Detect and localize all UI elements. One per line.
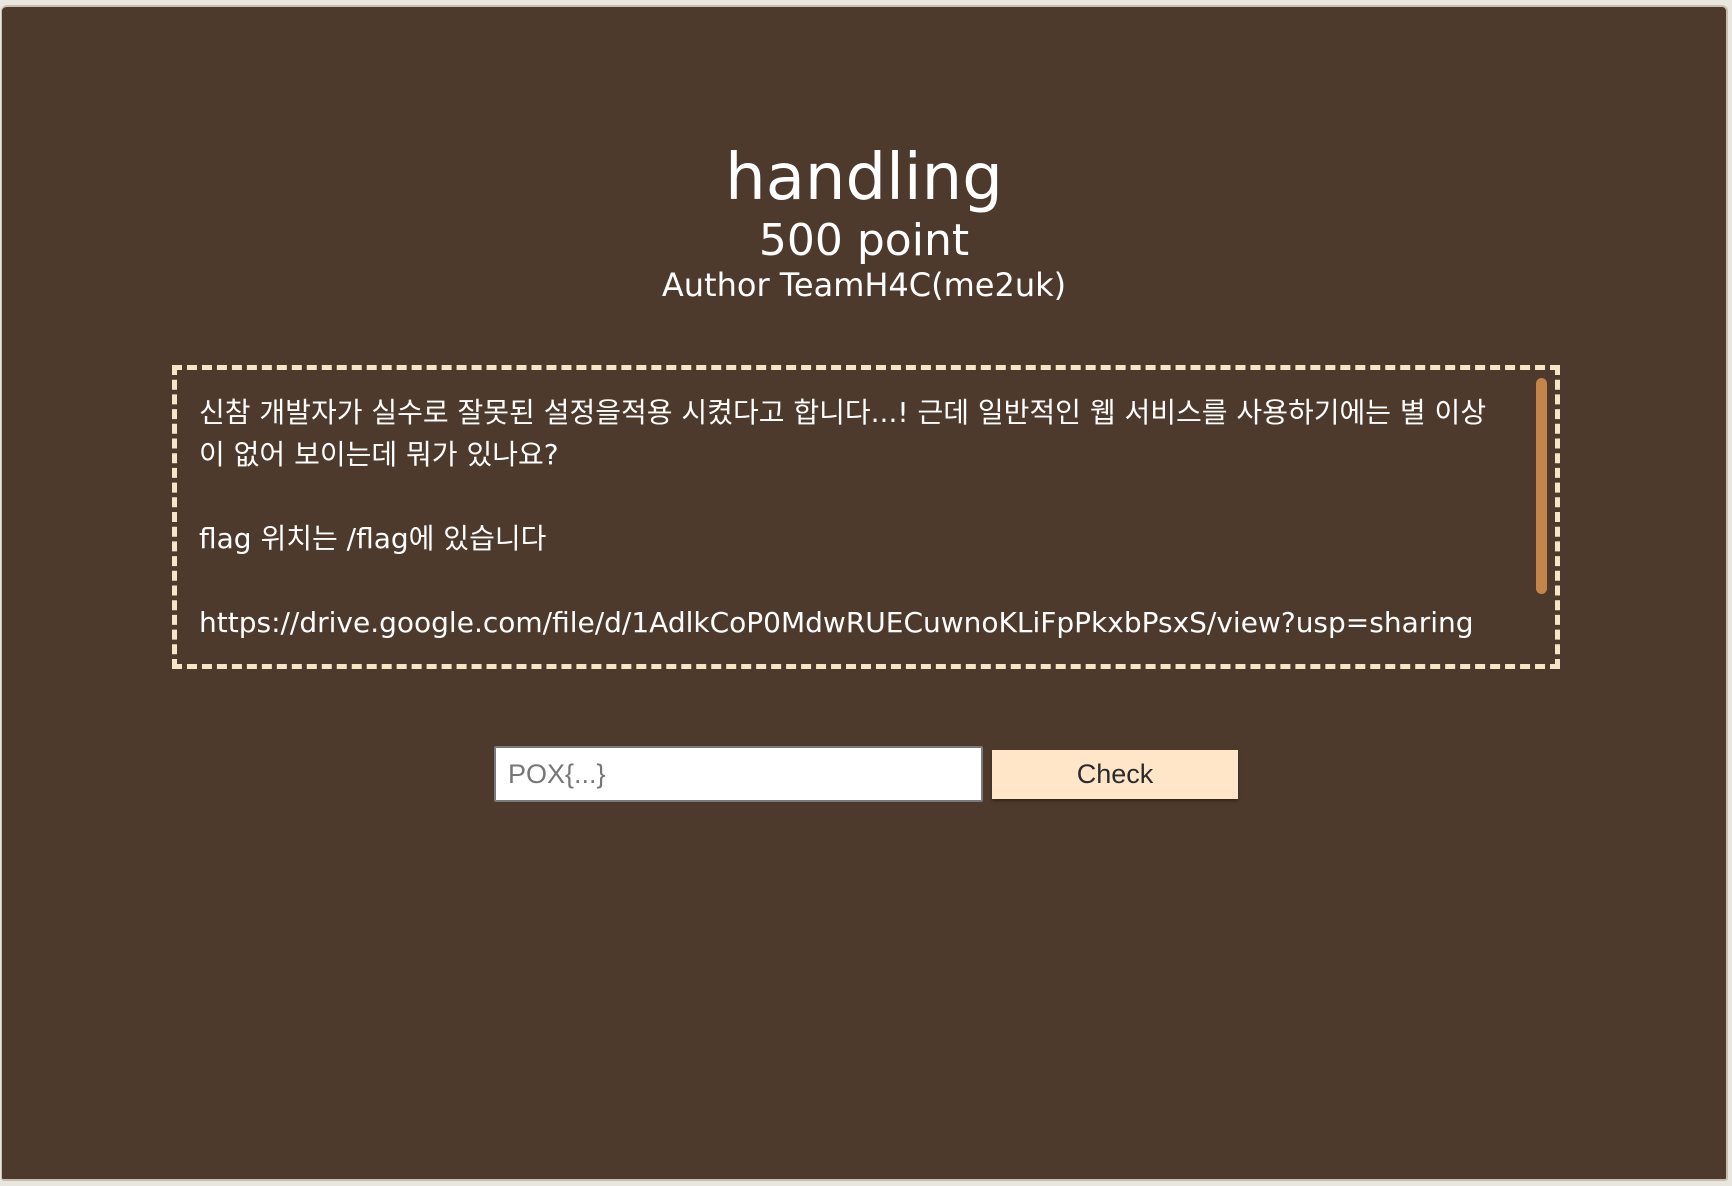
- description-paragraph: flag 위치는 /flag에 있습니다: [199, 522, 547, 555]
- challenge-author: Author TeamH4C(me2uk): [661, 266, 1067, 304]
- challenge-points: 500 point: [758, 215, 970, 266]
- check-button[interactable]: Check: [992, 750, 1238, 799]
- challenge-panel: handling 500 point Author TeamH4C(me2uk)…: [1, 5, 1728, 1181]
- description-text: 신참 개발자가 실수로 잘못된 설정을적용 시켰다고 합니다...! 근데 일반…: [199, 392, 1509, 664]
- challenge-title: handling: [725, 141, 1003, 215]
- description-paragraph: 신참 개발자가 실수로 잘못된 설정을적용 시켰다고 합니다...! 근데 일반…: [199, 396, 1487, 471]
- description-scrollbar-thumb[interactable]: [1536, 378, 1547, 594]
- description-link[interactable]: https://drive.google.com/file/d/1AdlkCoP…: [199, 602, 1509, 644]
- description-box[interactable]: 신참 개발자가 실수로 잘못된 설정을적용 시켰다고 합니다...! 근데 일반…: [172, 365, 1560, 669]
- flag-input[interactable]: [494, 746, 983, 802]
